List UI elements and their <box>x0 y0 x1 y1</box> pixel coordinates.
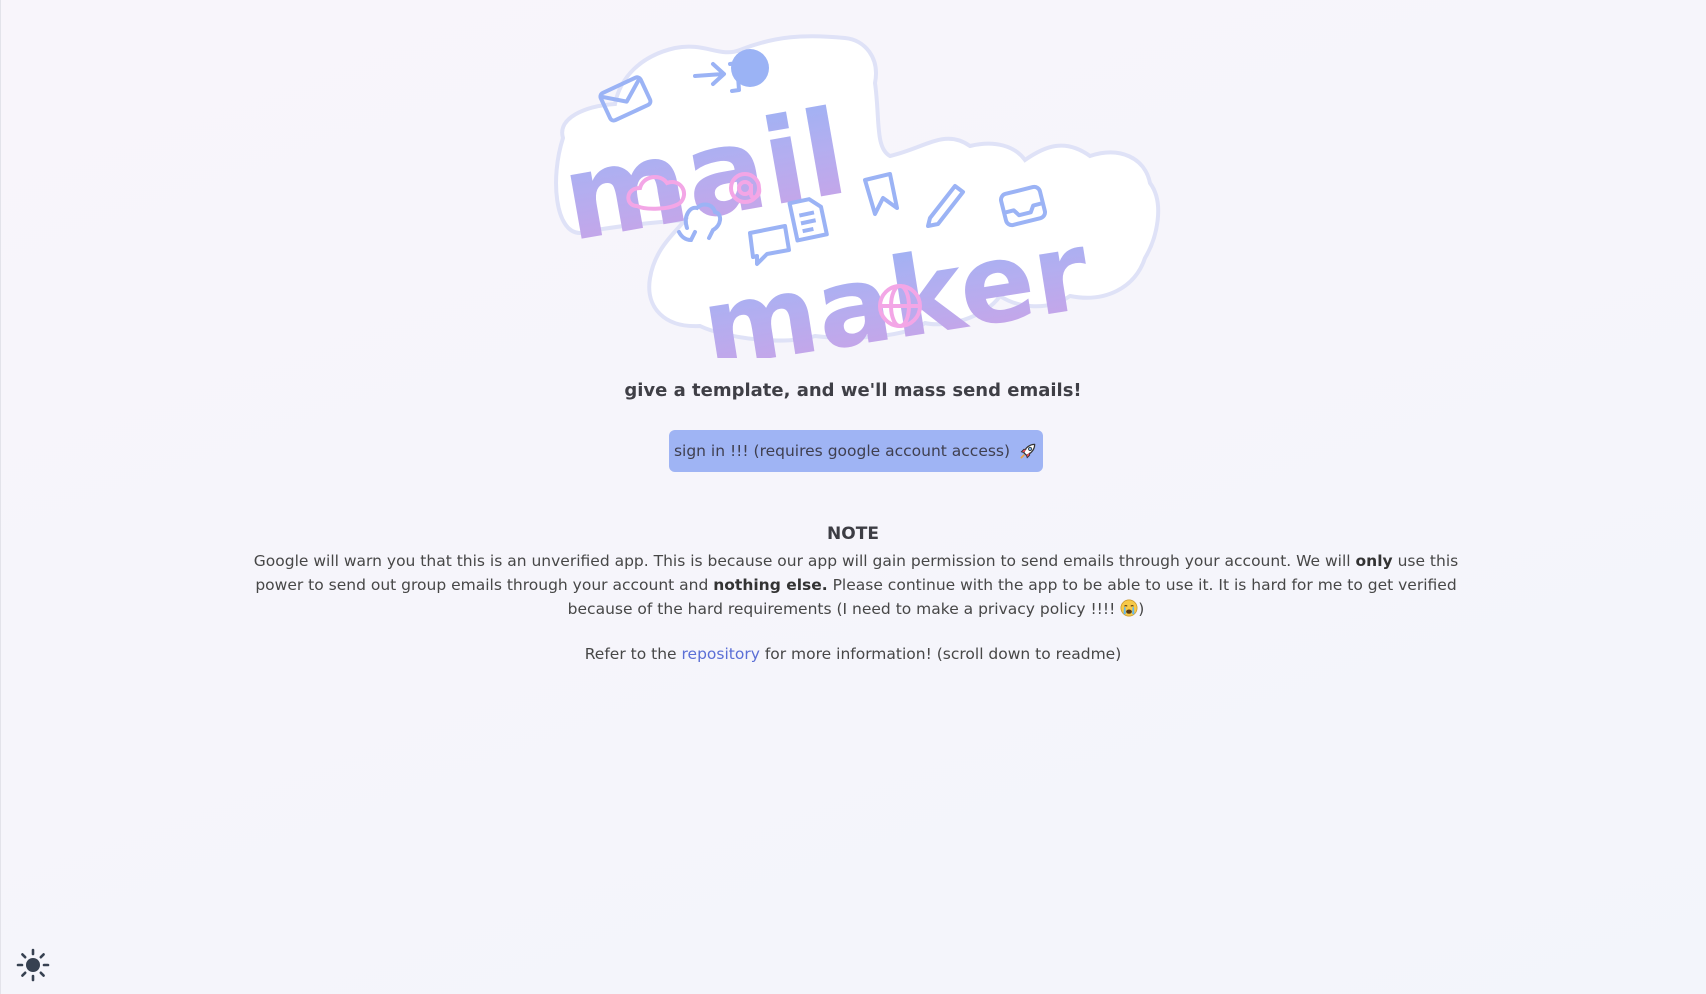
tagline: give a template, and we'll mass send ema… <box>624 380 1082 401</box>
note-bold-only: only <box>1355 552 1393 570</box>
note-bold-nothing-else: nothing else. <box>713 576 828 594</box>
theme-toggle-button[interactable] <box>16 948 50 982</box>
crying-face-icon <box>1120 599 1138 617</box>
sun-icon <box>16 948 50 982</box>
note-text-1: Google will warn you that this is an unv… <box>253 552 1356 570</box>
repository-link[interactable]: repository <box>682 645 760 663</box>
note-body: Google will warn you that this is an unv… <box>250 549 1462 621</box>
note-text-4: ) <box>1138 600 1145 618</box>
note-title: NOTE <box>827 524 879 544</box>
refer-line: Refer to the repository for more informa… <box>0 645 1706 663</box>
sign-in-button[interactable]: sign in !!! (requires google account acc… <box>669 430 1043 472</box>
i-dot <box>731 49 769 87</box>
page-edge <box>0 0 1 994</box>
refer-before: Refer to the <box>584 645 682 663</box>
refer-after: for more information! (scroll down to re… <box>759 645 1122 663</box>
rocket-icon <box>1020 443 1036 459</box>
mail-maker-logo: mail maker <box>545 28 1175 358</box>
sign-in-label: sign in !!! (requires google account acc… <box>673 442 1011 460</box>
